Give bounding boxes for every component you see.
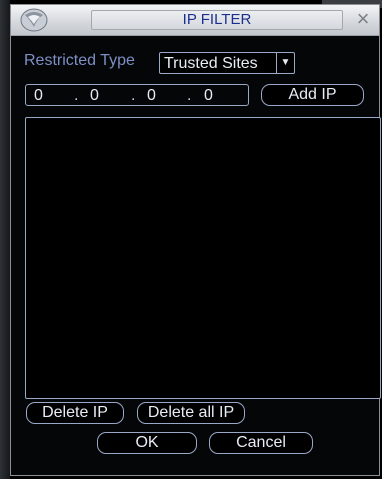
ip-separator: . <box>74 87 79 104</box>
ip-octet-1[interactable]: 0 <box>34 86 43 105</box>
ip-address-input[interactable]: 0 . 0 . 0 . 0 <box>25 84 249 106</box>
cancel-button[interactable]: Cancel <box>209 432 313 454</box>
chevron-down-icon[interactable]: ▼ <box>276 53 294 73</box>
delete-all-ip-button[interactable]: Delete all IP <box>137 402 245 424</box>
delete-ip-button[interactable]: Delete IP <box>26 402 124 424</box>
ip-octet-2[interactable]: 0 <box>90 86 99 105</box>
dvr-logo-icon <box>20 8 48 32</box>
close-icon[interactable]: × <box>353 8 373 30</box>
restricted-type-label: Restricted Type <box>24 52 135 69</box>
ok-button[interactable]: OK <box>97 432 197 454</box>
restricted-type-select[interactable]: Trusted Sites ▼ <box>159 52 295 74</box>
ip-separator: . <box>131 87 136 104</box>
add-ip-button[interactable]: Add IP <box>261 84 364 106</box>
restricted-type-value: Trusted Sites <box>164 55 258 72</box>
ip-separator: . <box>187 87 192 104</box>
ip-filter-dialog: IP FILTER × Restricted Type Trusted Site… <box>10 4 381 476</box>
screen-left-edge <box>0 0 10 479</box>
dialog-title: IP FILTER <box>91 10 343 30</box>
ip-octet-3[interactable]: 0 <box>147 86 156 105</box>
ip-list[interactable] <box>25 117 381 399</box>
ip-octet-4[interactable]: 0 <box>204 86 213 105</box>
title-bar: IP FILTER × <box>11 5 379 36</box>
